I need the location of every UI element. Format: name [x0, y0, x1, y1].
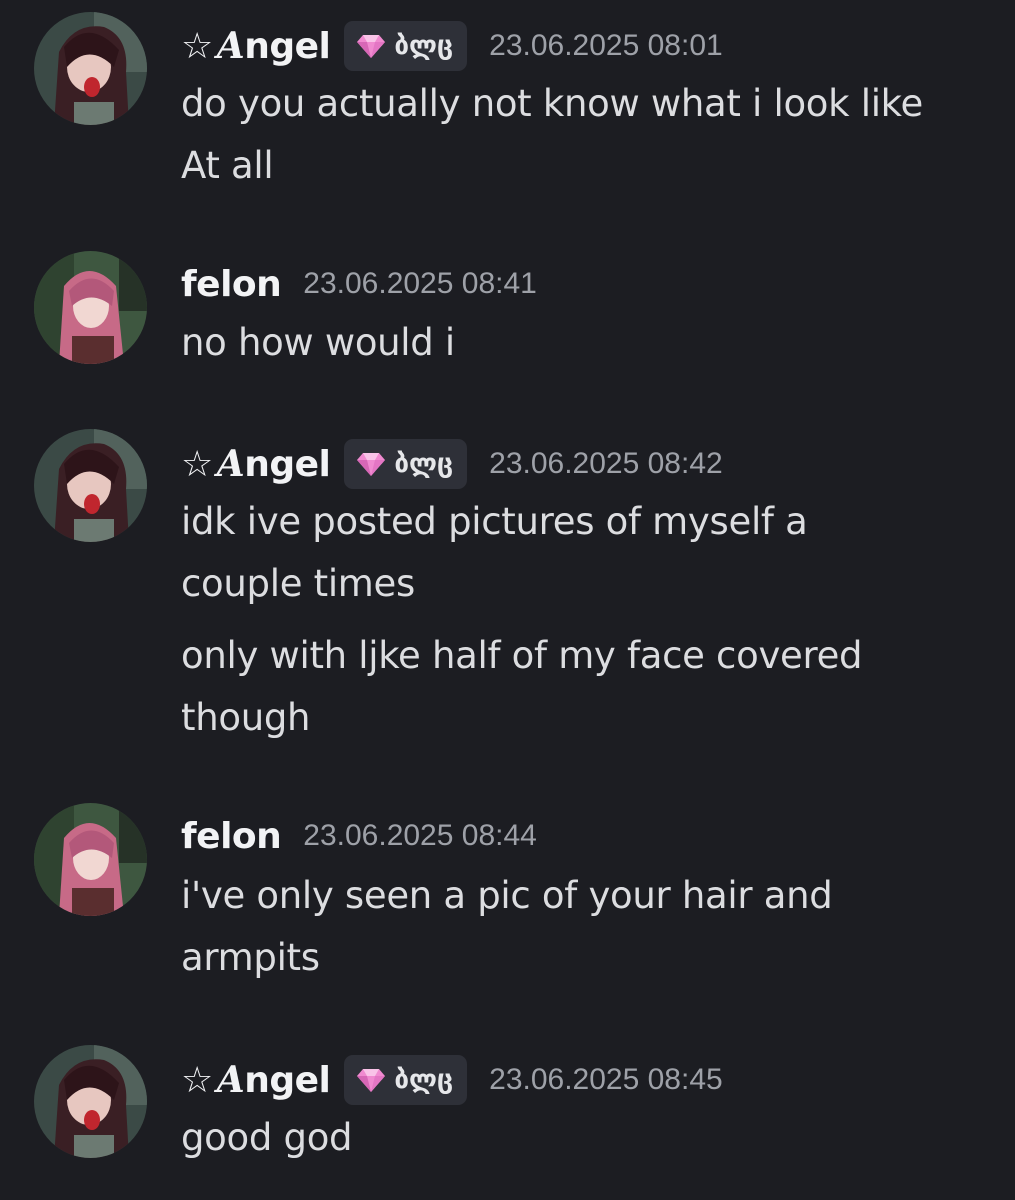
avatar-felon[interactable] [34, 803, 147, 916]
message-text: no how would i [181, 321, 455, 364]
star-icon: ☆ [181, 26, 213, 67]
avatar-angel[interactable] [34, 12, 147, 125]
timestamp: 23.06.2025 08:42 [489, 447, 723, 480]
star-icon: ☆ [181, 1060, 213, 1101]
username[interactable]: ☆ Angel [181, 25, 331, 67]
message-text: do you actually not know what i look lik… [181, 82, 923, 125]
avatar-felon[interactable] [34, 251, 147, 364]
message-text: idk ive posted pictures of myself a [181, 500, 808, 543]
message-text: couple times [181, 562, 415, 605]
timestamp: 23.06.2025 08:44 [303, 819, 537, 852]
username[interactable]: ☆ Angel [181, 443, 331, 485]
chat-message-list[interactable]: ☆ Angel ბლც 23.06.2025 08:01 do you actua… [0, 0, 1015, 1200]
server-tag[interactable]: ბლც [344, 439, 468, 489]
star-icon: ☆ [181, 444, 213, 485]
message-header: ☆ Angel ბლც 23.06.2025 08:45 [181, 1050, 723, 1110]
message-text: good god [181, 1116, 353, 1159]
gem-icon [357, 453, 386, 476]
message-header: felon 23.06.2025 08:44 [181, 806, 537, 866]
message-text: At all [181, 144, 274, 187]
message-header: ☆ Angel ბლც 23.06.2025 08:01 [181, 16, 723, 76]
message-header: ☆ Angel ბლც 23.06.2025 08:42 [181, 434, 723, 494]
message-header: felon 23.06.2025 08:41 [181, 254, 537, 314]
timestamp: 23.06.2025 08:01 [489, 29, 723, 62]
avatar-angel[interactable] [34, 429, 147, 542]
gem-icon [357, 1069, 386, 1092]
message-text: i've only seen a pic of your hair and [181, 874, 833, 917]
username[interactable]: ☆ Angel [181, 1059, 331, 1101]
username[interactable]: felon [181, 264, 282, 305]
timestamp: 23.06.2025 08:41 [303, 267, 537, 300]
server-tag[interactable]: ბლც [344, 21, 468, 71]
message-text: though [181, 696, 311, 739]
server-tag[interactable]: ბლც [344, 1055, 468, 1105]
timestamp: 23.06.2025 08:45 [489, 1063, 723, 1096]
message-text: armpits [181, 936, 320, 979]
username[interactable]: felon [181, 816, 282, 857]
avatar-angel[interactable] [34, 1045, 147, 1158]
gem-icon [357, 35, 386, 58]
message-text: only with ljke half of my face covered [181, 634, 863, 677]
